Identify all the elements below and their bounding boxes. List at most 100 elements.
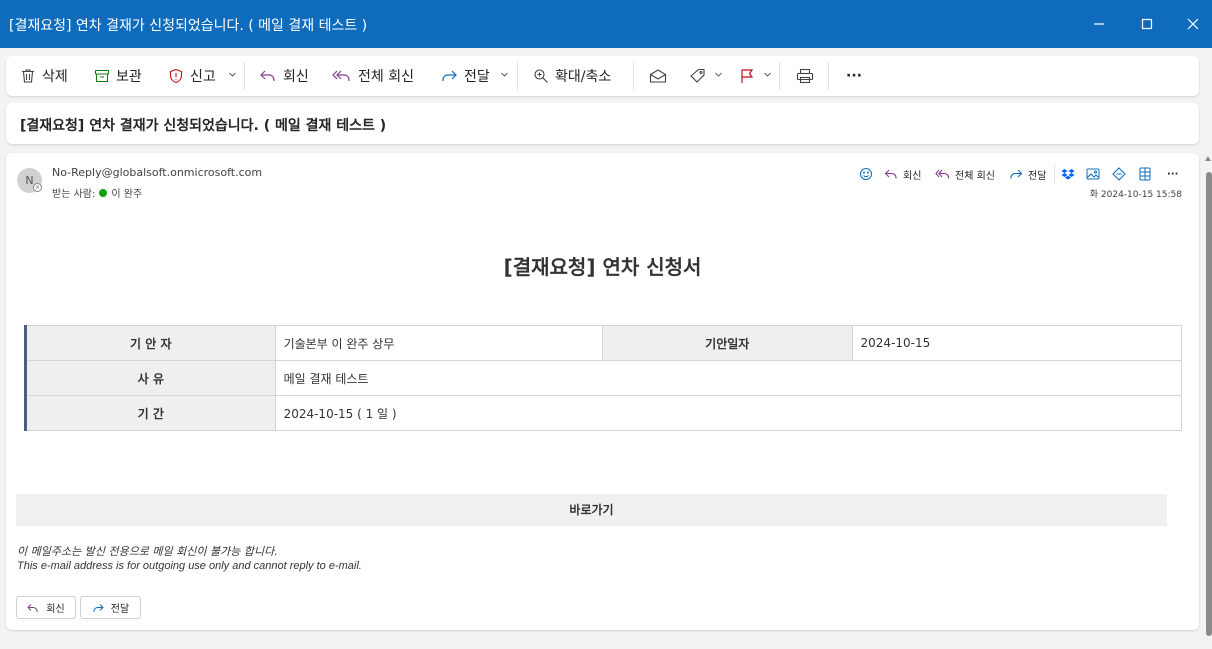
quick-forward-button[interactable]: 전달 [80, 596, 141, 619]
smiley-icon [860, 168, 872, 180]
drafter-label: 기 안 자 [24, 325, 276, 361]
table-row: 기 간 2024-10-15 ( 1 일 ) [24, 395, 1183, 431]
image-addin-button[interactable] [1086, 166, 1105, 182]
message-subject: [결재요청] 연차 결재가 신청되었습니다. ( 메일 결재 테스트 ) [20, 118, 387, 134]
shortcut-link[interactable]: 바로가기 [16, 494, 1167, 526]
minimize-icon [1094, 23, 1104, 25]
flag-icon [741, 69, 754, 83]
reply-all-button[interactable]: 전체 회신 [332, 64, 414, 88]
maximize-button[interactable] [1124, 0, 1170, 48]
toolbar-divider [828, 62, 829, 90]
command-toolbar: 삭제 보관 신고 회신 전체 회신 전달 확대/축소 ··· [6, 56, 1199, 96]
close-button[interactable] [1170, 0, 1212, 48]
blocked-badge-icon: × [33, 183, 42, 192]
sender-address[interactable]: No-Reply@globalsoft.onmicrosoft.com [52, 166, 262, 179]
quick-reply-label: 회신 [46, 604, 65, 615]
trash-icon [22, 69, 34, 83]
more-options-label: ··· [846, 68, 862, 84]
reaction-button[interactable] [859, 166, 878, 182]
reply-icon [27, 603, 38, 612]
toolbar-divider [779, 62, 780, 90]
header-forward-label: 전달 [1028, 170, 1047, 182]
to-label: 받는 사람: [52, 189, 96, 200]
notice-korean: 이 메일주소는 발신 전용으로 메일 회신이 불가능 합니다. [17, 545, 278, 558]
presence-available-icon [99, 188, 108, 197]
image-icon [1086, 168, 1100, 180]
forward-button[interactable]: 전달 [440, 64, 490, 88]
zoom-button[interactable]: 확대/축소 [533, 64, 611, 88]
reply-label: 회신 [283, 69, 309, 85]
forward-icon [93, 603, 104, 612]
delete-label: 삭제 [42, 69, 68, 85]
report-button[interactable]: 신고 [168, 64, 216, 88]
mark-read-button[interactable] [649, 64, 673, 88]
forward-chevron-down-icon[interactable] [500, 70, 509, 79]
forward-icon [1010, 169, 1023, 179]
categorize-button[interactable] [689, 64, 713, 88]
period-value: 2024-10-15 ( 1 일 ) [274, 395, 1183, 431]
spreadsheet-icon [1139, 167, 1151, 181]
close-icon [1187, 18, 1199, 30]
subject-bar: [결재요청] 연차 결재가 신청되었습니다. ( 메일 결재 테스트 ) [6, 103, 1199, 144]
notice-english: This e-mail address is for outgoing use … [17, 560, 362, 572]
archive-button[interactable]: 보관 [94, 64, 142, 88]
dropbox-addin-button[interactable] [1061, 166, 1080, 182]
maximize-icon [1141, 18, 1153, 30]
reply-all-icon [935, 169, 950, 179]
forward-icon [442, 70, 457, 81]
delete-button[interactable]: 삭제 [20, 64, 68, 88]
header-reply-all-button[interactable]: 전체 회신 [935, 166, 995, 182]
scroll-up-arrow-icon[interactable] [1205, 156, 1211, 161]
window-title: [결재요청] 연차 결재가 신청되었습니다. ( 메일 결재 테스트 ) [9, 18, 368, 34]
recipient-name[interactable]: 이 완주 [111, 185, 142, 200]
reply-all-label: 전체 회신 [358, 69, 414, 85]
reply-all-icon [332, 70, 350, 81]
header-reply-all-label: 전체 회신 [955, 170, 995, 182]
draft-date-label: 기안일자 [601, 325, 853, 361]
reply-icon [260, 70, 275, 81]
approval-info-table: 기 안 자 기술본부 이 완주 상무 기안일자 2024-10-15 사 유 메… [24, 325, 1183, 431]
message-card: N × No-Reply@globalsoft.onmicrosoft.com … [6, 153, 1199, 630]
message-date: 화 2024-10-15 15:58 [1089, 190, 1182, 200]
dropbox-icon [1061, 169, 1075, 180]
print-button[interactable] [796, 64, 820, 88]
flag-button[interactable] [739, 64, 761, 88]
zoom-icon [534, 69, 548, 83]
reply-button[interactable]: 회신 [259, 64, 309, 88]
drafter-value: 기술본부 이 완주 상무 [274, 325, 603, 361]
header-more-label: ··· [1167, 168, 1179, 180]
tag-addin-button[interactable] [1112, 166, 1131, 182]
toolbar-divider [244, 62, 245, 90]
sheet-addin-button[interactable] [1139, 166, 1156, 182]
reason-label: 사 유 [24, 360, 276, 396]
shield-icon [169, 68, 183, 84]
toolbar-divider [633, 62, 634, 90]
header-forward-button[interactable]: 전달 [1009, 166, 1046, 182]
flag-chevron-down-icon[interactable] [763, 70, 772, 79]
printer-icon [796, 68, 814, 84]
toolbar-divider [517, 62, 518, 90]
vertical-scrollbar[interactable] [1206, 172, 1212, 636]
archive-icon [94, 69, 110, 83]
header-reply-button[interactable]: 회신 [884, 166, 921, 182]
tag-chevron-down-icon[interactable] [714, 70, 723, 79]
diamond-tag-icon [1112, 167, 1126, 181]
recipient-row: 받는 사람: 이 완주 [52, 185, 142, 200]
header-divider [1054, 165, 1055, 183]
header-more-button[interactable]: ··· [1167, 166, 1178, 182]
minimize-button[interactable] [1076, 0, 1122, 48]
forward-label: 전달 [464, 69, 490, 85]
table-row: 기 안 자 기술본부 이 완주 상무 기안일자 2024-10-15 [24, 325, 1183, 361]
archive-label: 보관 [116, 69, 142, 85]
quick-forward-label: 전달 [110, 604, 130, 615]
tag-icon [690, 68, 705, 83]
report-chevron-down-icon[interactable] [228, 70, 237, 79]
reply-icon [884, 169, 897, 179]
envelope-open-icon [649, 69, 667, 83]
quick-reply-button[interactable]: 회신 [16, 596, 76, 619]
table-row: 사 유 메일 결재 테스트 [24, 360, 1183, 396]
reason-value: 메일 결재 테스트 [274, 360, 1183, 396]
header-reply-label: 회신 [903, 170, 922, 182]
zoom-label: 확대/축소 [555, 69, 612, 85]
more-options-button[interactable]: ··· [846, 64, 862, 88]
